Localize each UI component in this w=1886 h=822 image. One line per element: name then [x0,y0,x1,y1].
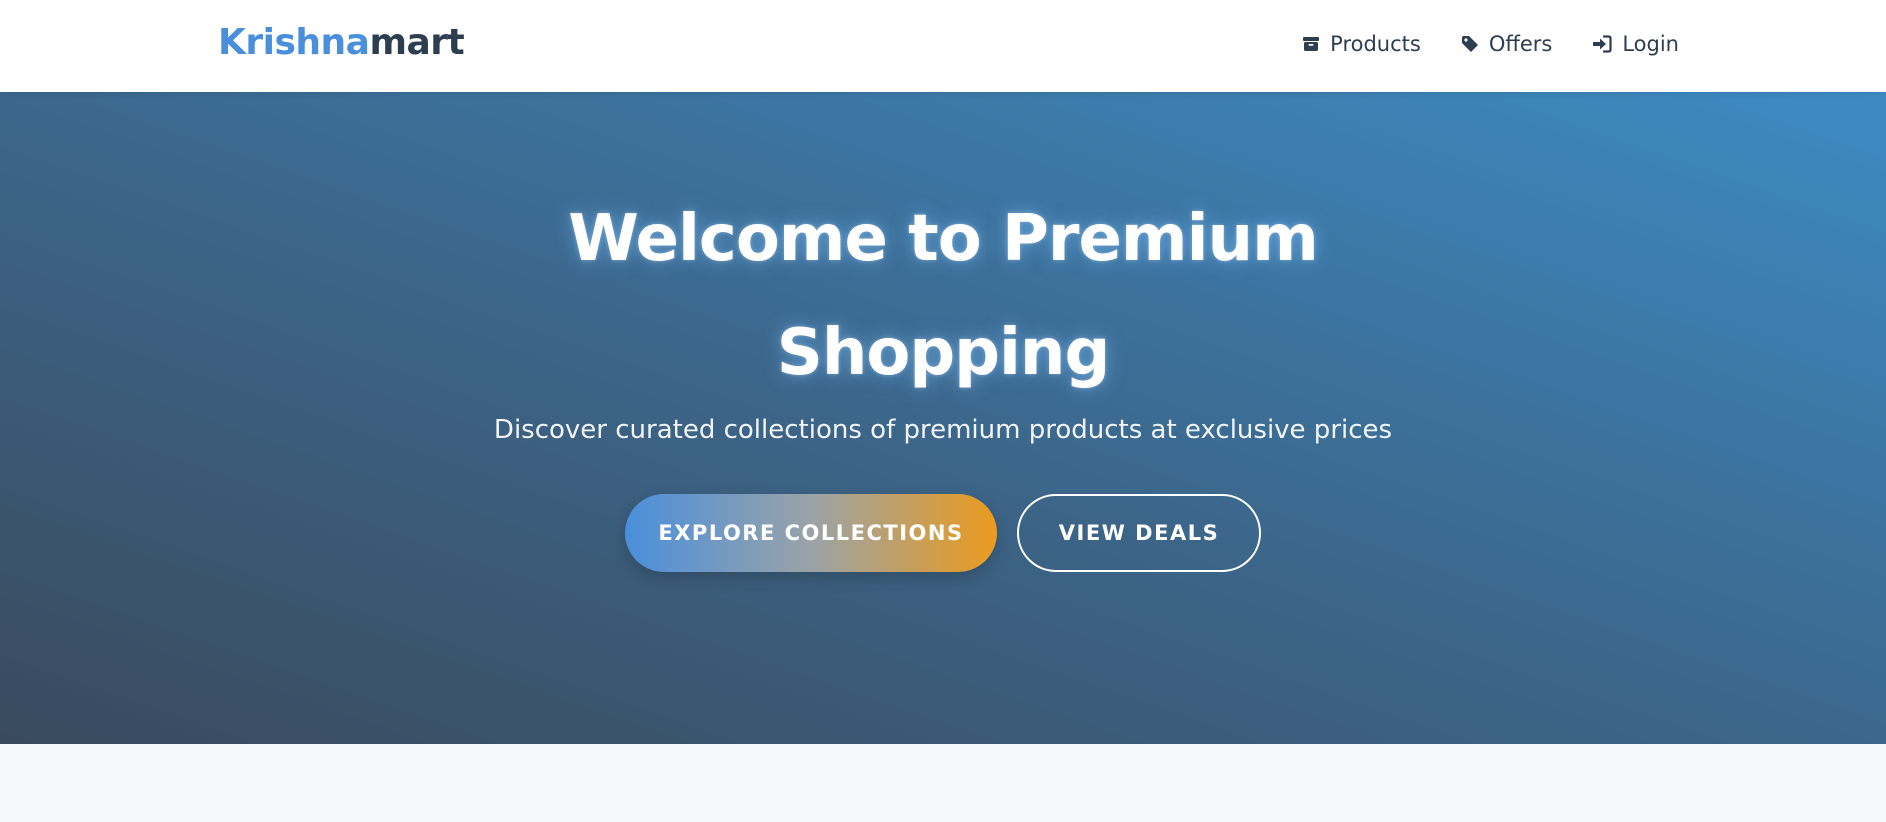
tag-icon [1461,35,1479,53]
navbar: Krishnamart Products Offers Login [0,0,1886,92]
nav-item-products[interactable]: Products [1302,28,1421,60]
nav-item-login-label: Login [1622,32,1679,56]
view-deals-button[interactable]: VIEW DEALS [1017,494,1261,572]
main-nav: Products Offers Login [1302,28,1679,60]
brand-logo[interactable]: Krishnamart [218,20,465,66]
hero-title-line-1: Welcome to Premium [568,202,1319,276]
hero-section: Welcome to Premium Shopping Discover cur… [0,92,1886,744]
hero-subtitle: Discover curated collections of premium … [493,415,1393,445]
brand-logo-part1: Krishna [218,22,370,63]
explore-collections-button[interactable]: EXPLORE COLLECTIONS [625,494,997,572]
box-icon [1302,35,1320,53]
hero-buttons: EXPLORE COLLECTIONS VIEW DEALS [0,494,1886,572]
nav-item-login[interactable]: Login [1592,28,1679,60]
hero-title: Welcome to Premium Shopping [0,182,1886,410]
sign-in-icon [1592,35,1612,53]
nav-item-offers-label: Offers [1488,32,1553,56]
nav-item-products-label: Products [1330,32,1421,56]
brand-logo-part2: mart [369,22,465,63]
hero-title-line-2: Shopping [776,316,1111,390]
nav-item-offers[interactable]: Offers [1461,28,1553,60]
